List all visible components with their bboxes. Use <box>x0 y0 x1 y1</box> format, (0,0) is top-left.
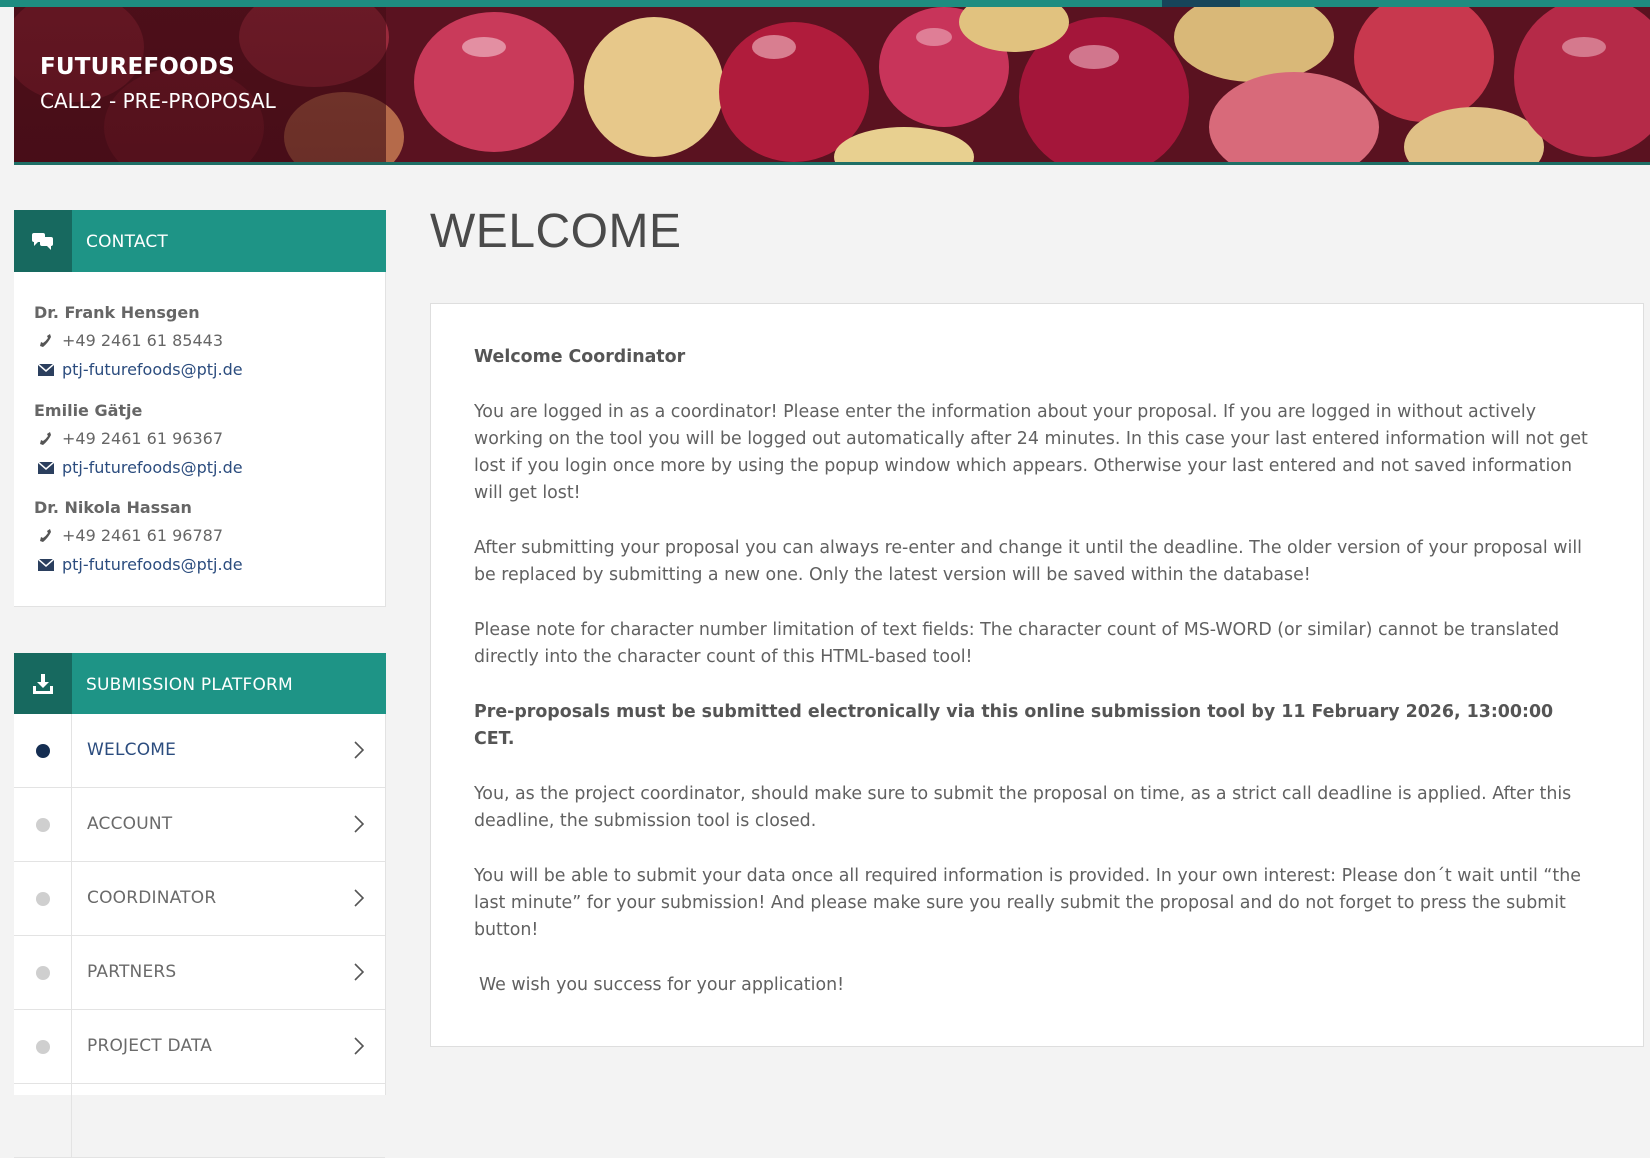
nav-bullet <box>14 714 72 787</box>
submission-heading: SUBMISSION PLATFORM <box>86 675 293 695</box>
nav-label: PARTNERS <box>87 962 177 982</box>
deadline-notice: Pre-proposals must be submitted electron… <box>474 702 1554 749</box>
contact-phone-row: +49 2461 61 96367 <box>34 424 243 453</box>
app-subtitle: CALL2 - PRE-PROPOSAL <box>40 89 276 113</box>
phone-icon <box>34 431 62 447</box>
nav-bullet <box>14 862 72 935</box>
contact-phone: +49 2461 61 96787 <box>62 526 223 545</box>
nav-bullet <box>14 788 72 861</box>
nav-label: PROJECT DATA <box>87 1036 213 1056</box>
nav-label: COORDINATOR <box>87 888 217 908</box>
app-title: FUTUREFOODS <box>40 54 235 80</box>
nav-item-welcome[interactable]: WELCOME <box>14 714 385 788</box>
nav-item-coordinator[interactable]: COORDINATOR <box>14 862 385 936</box>
contact-email-link[interactable]: ptj-futurefoods@ptj.de <box>62 555 243 574</box>
chevron-right-icon <box>354 815 365 837</box>
contact-phone: +49 2461 61 96367 <box>62 429 223 448</box>
banner-title-box: FUTUREFOODS CALL2 - PRE-PROPOSAL <box>14 7 386 165</box>
contact-phone: +49 2461 61 85443 <box>62 331 223 350</box>
envelope-icon <box>34 461 62 474</box>
inactive-dot-icon <box>35 891 50 906</box>
envelope-icon <box>34 558 62 571</box>
paragraph-resubmission: After submitting your proposal you can a… <box>474 538 1583 585</box>
active-dot-icon <box>35 743 50 758</box>
paragraph-submit-reminder: You will be able to submit your data onc… <box>474 866 1581 940</box>
page-title: WELCOME <box>430 205 682 258</box>
inactive-dot-icon <box>35 817 50 832</box>
nav-item-partners[interactable]: PARTNERS <box>14 936 385 1010</box>
top-accent-bar <box>0 0 1650 7</box>
submission-panel-header: SUBMISSION PLATFORM <box>14 653 386 715</box>
nav-bullet <box>14 1010 72 1083</box>
contact-heading: CONTACT <box>86 232 169 252</box>
contact-panel-header: CONTACT <box>14 210 386 272</box>
submission-nav: WELCOME ACCOUNT COORDINATOR PARTNERS PRO… <box>14 714 386 1158</box>
contact-email-row: ptj-futurefoods@ptj.de <box>34 355 243 384</box>
contact-panel: Dr. Frank Hensgen +49 2461 61 85443 ptj-… <box>14 272 386 607</box>
contact-name: Dr. Frank Hensgen <box>34 303 200 322</box>
contact-person: Emilie Gätje +49 2461 61 96367 ptj-futur… <box>34 398 243 482</box>
phone-icon <box>34 333 62 349</box>
paragraph-login-info: You are logged in as a coordinator! Plea… <box>474 402 1588 503</box>
paragraph-character-limit: Please note for character number limitat… <box>474 620 1560 667</box>
contact-email-link[interactable]: ptj-futurefoods@ptj.de <box>62 458 243 477</box>
contact-name: Emilie Gätje <box>34 401 143 420</box>
contact-email-row: ptj-futurefoods@ptj.de <box>34 550 243 579</box>
chat-bubbles-icon <box>14 210 72 272</box>
contact-phone-row: +49 2461 61 85443 <box>34 326 243 355</box>
nav-label: ACCOUNT <box>87 814 173 834</box>
nav-item-next-partial <box>14 1084 385 1158</box>
closing-wish: We wish you success for your application… <box>479 975 845 995</box>
chevron-right-icon <box>354 741 365 763</box>
contact-email-link[interactable]: ptj-futurefoods@ptj.de <box>62 360 243 379</box>
chevron-right-icon <box>354 1037 365 1059</box>
welcome-card: Welcome Coordinator You are logged in as… <box>430 303 1644 1047</box>
contact-email-row: ptj-futurefoods@ptj.de <box>34 453 243 482</box>
download-tray-icon <box>14 653 72 715</box>
envelope-icon <box>34 363 62 376</box>
inactive-dot-icon <box>35 1039 50 1054</box>
chevron-right-icon <box>354 963 365 985</box>
nav-label: WELCOME <box>87 740 177 760</box>
nav-item-account[interactable]: ACCOUNT <box>14 788 385 862</box>
inactive-dot-icon <box>35 965 50 980</box>
top-accent-segment <box>1162 0 1240 7</box>
contact-person: Dr. Nikola Hassan +49 2461 61 96787 ptj-… <box>34 495 243 579</box>
chevron-right-icon <box>354 889 365 911</box>
contact-name: Dr. Nikola Hassan <box>34 498 192 517</box>
nav-item-project-data[interactable]: PROJECT DATA <box>14 1010 385 1084</box>
banner-bottom-line <box>14 162 1650 165</box>
contact-person: Dr. Frank Hensgen +49 2461 61 85443 ptj-… <box>34 300 243 384</box>
greeting: Welcome Coordinator <box>474 347 686 367</box>
paragraph-on-time: You, as the project coordinator, should … <box>474 784 1572 831</box>
phone-icon <box>34 528 62 544</box>
welcome-text: Welcome Coordinator You are logged in as… <box>474 344 1594 999</box>
header-banner: FUTUREFOODS CALL2 - PRE-PROPOSAL <box>14 7 1650 165</box>
nav-bullet <box>14 936 72 1009</box>
contact-phone-row: +49 2461 61 96787 <box>34 521 243 550</box>
